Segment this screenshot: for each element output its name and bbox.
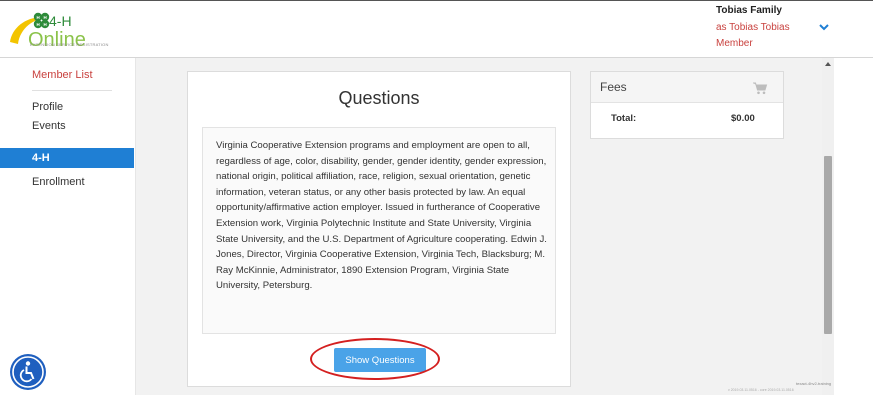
user-menu[interactable]: Tobias Family as Tobias Tobias Member: [709, 5, 829, 55]
environment-label: texact-4hv2-training: [796, 381, 832, 386]
user-family-name: Tobias Family: [716, 5, 782, 16]
questions-title: Questions: [338, 88, 420, 108]
accessibility-button[interactable]: [10, 354, 46, 390]
svg-text:H: H: [37, 22, 40, 27]
accessibility-icon: [12, 356, 44, 388]
cart-icon[interactable]: [752, 81, 768, 95]
svg-text:Online: Online: [28, 29, 86, 51]
fees-total-value: $0.00: [731, 113, 755, 124]
sidebar-item-member-list[interactable]: Member List: [32, 69, 93, 81]
fees-header: Fees: [591, 72, 783, 103]
logo-subtext: EXTENSION SERVICE REGISTRATION: [30, 42, 109, 47]
svg-text:H: H: [44, 22, 47, 27]
user-as-name: as Tobias Tobias: [716, 22, 790, 33]
nondiscrimination-statement: Virginia Cooperative Extension programs …: [216, 140, 547, 292]
annotation-highlight-circle: [310, 338, 440, 380]
sidebar-item-events[interactable]: Events: [32, 120, 66, 132]
sidebar-item-4h[interactable]: 4-H: [0, 148, 134, 168]
scrollbar-thumb[interactable]: [824, 156, 832, 334]
fees-title: Fees: [600, 80, 627, 94]
fees-total-label: Total:: [611, 113, 637, 124]
build-version-label: v 2019.03.11.0516 - core 2019.03.11.0516: [728, 388, 794, 392]
chevron-down-icon[interactable]: [818, 22, 830, 32]
nondiscrimination-statement-box: Virginia Cooperative Extension programs …: [202, 127, 556, 334]
scroll-up-arrow-icon[interactable]: [824, 60, 832, 68]
sidebar-item-profile[interactable]: Profile: [32, 101, 63, 113]
sidebar-item-enrollment[interactable]: Enrollment: [32, 176, 85, 188]
svg-text:H: H: [37, 15, 40, 20]
fees-card: Fees Total: $0.00: [590, 71, 784, 139]
user-role: Member: [716, 38, 753, 49]
svg-text:H: H: [44, 15, 47, 20]
sidebar-item-4h-label: 4-H: [32, 152, 50, 164]
sidebar: Member List Profile Events 4-H Enrollmen…: [0, 58, 136, 395]
svg-text:4-H: 4-H: [49, 13, 72, 29]
sidebar-divider: [32, 90, 112, 91]
